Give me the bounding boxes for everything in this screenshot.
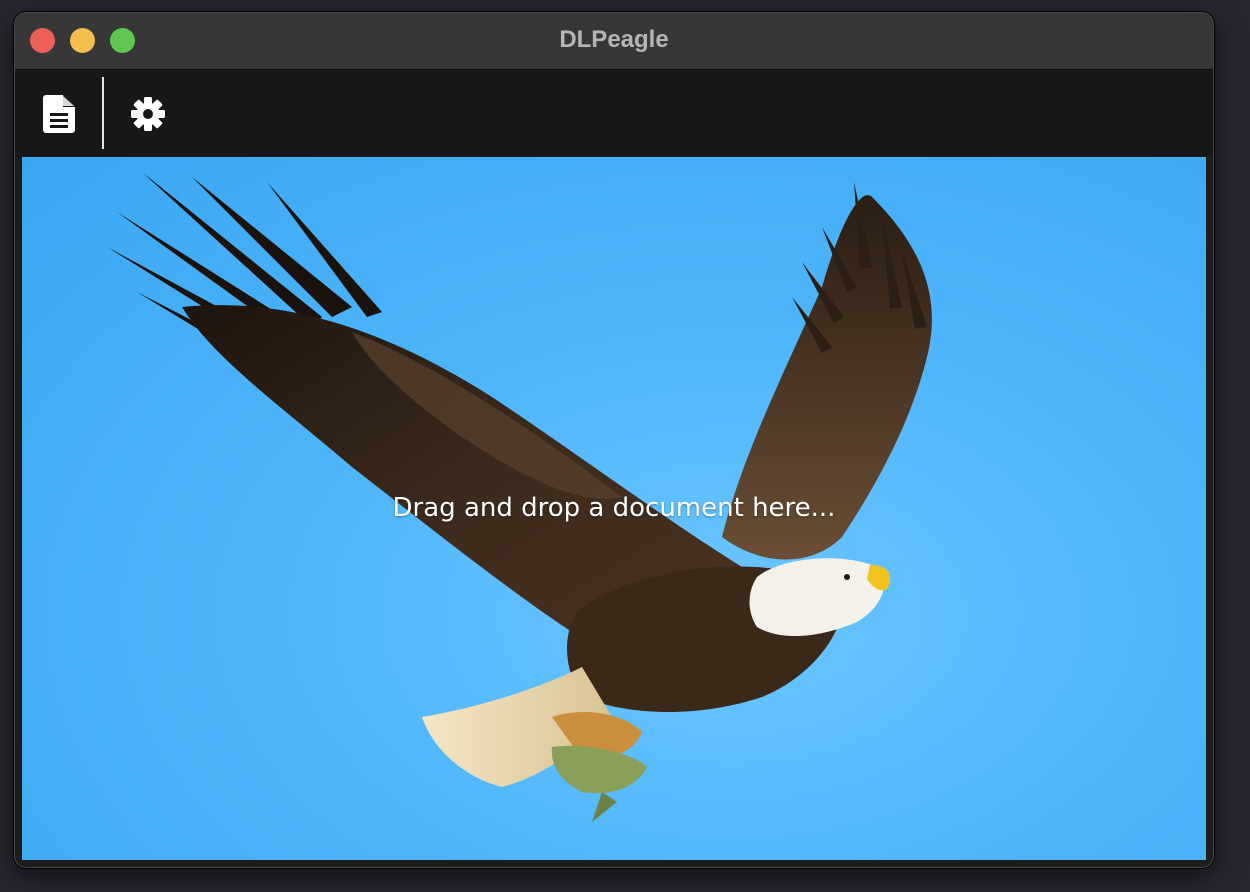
drop-prompt: Drag and drop a document here... bbox=[392, 493, 836, 523]
open-document-button[interactable] bbox=[31, 86, 87, 142]
title-bar[interactable]: DLPeagle bbox=[15, 13, 1213, 70]
document-drop-zone[interactable]: Drag and drop a document here... bbox=[22, 157, 1206, 860]
gear-icon bbox=[131, 97, 165, 131]
toolbar-divider bbox=[102, 77, 104, 149]
app-window: DLPeagle Drag and drop a document here..… bbox=[14, 12, 1214, 868]
document-icon bbox=[43, 95, 75, 133]
toolbar bbox=[15, 70, 1213, 157]
window-title: DLPeagle bbox=[559, 26, 669, 53]
settings-button[interactable] bbox=[120, 86, 176, 142]
